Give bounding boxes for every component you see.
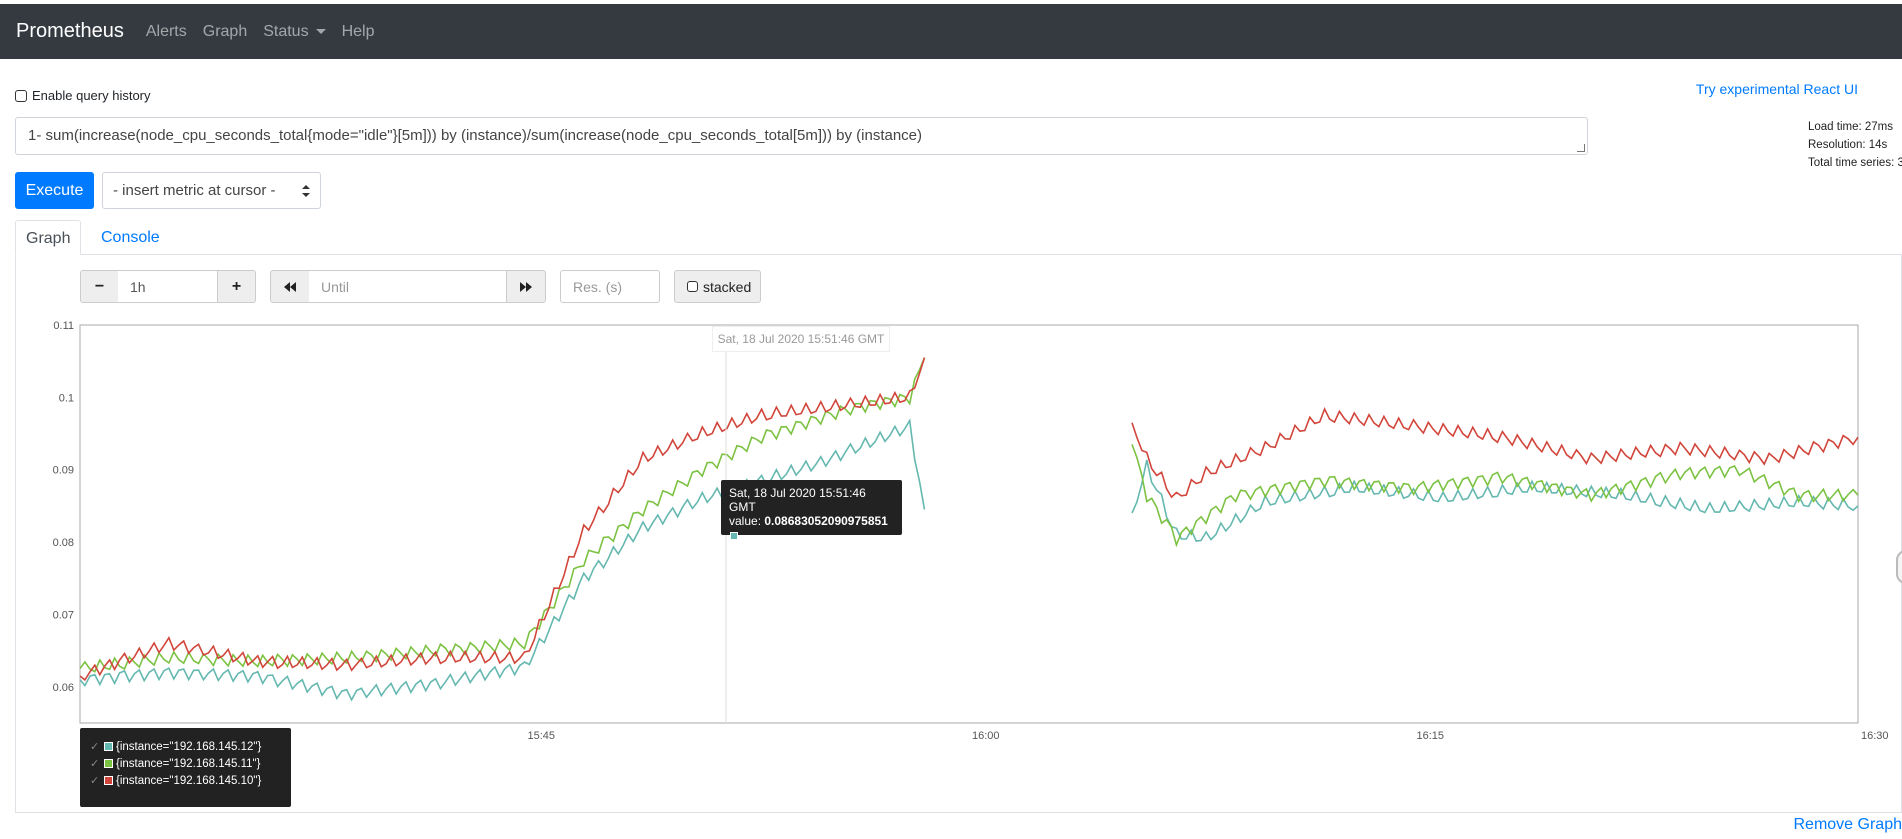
legend-item[interactable]: ✓ {instance="192.168.145.10"} [90,772,281,789]
y-tick-label: 0.06 [53,682,74,694]
legend-item[interactable]: ✓ {instance="192.168.145.11"} [90,755,281,772]
tooltip-value-row: value: 0.08683052090975851 [729,514,894,542]
legend-item[interactable]: ✓ {instance="192.168.145.12"} [90,738,281,755]
y-tick-label: 0.11 [53,320,74,332]
y-tick-label: 0.1 [59,392,74,404]
x-tick-label: 16:15 [1417,730,1445,742]
tooltip-swatch [730,531,738,540]
x-tick-label: 15:45 [528,730,556,742]
legend-label: {instance="192.168.145.11"} [116,757,261,770]
x-tick-label: 16:30 [1861,730,1889,742]
check-icon: ✓ [90,741,100,753]
tooltip-instance-label: instance: [729,542,782,556]
legend-swatch [104,776,113,785]
tooltip-value-label: value: [729,514,762,528]
y-tick-label: 0.07 [53,609,74,621]
tooltip-instance-row: instance: 192.168.145.12 [729,542,894,556]
check-icon: ✓ [90,758,100,770]
tooltip-value: 0.08683052090975851 [764,514,888,528]
line-chart[interactable]: 0.06 0.07 0.08 0.09 0.1 0.11 15:45 16:00 16:15 16… [0,0,1902,839]
legend-swatch [104,742,113,751]
tooltip-time: Sat, 18 Jul 2020 15:51:46 GMT [729,486,866,514]
legend-swatch [104,759,113,768]
remove-graph-link[interactable]: Remove Graph [1794,816,1902,834]
chart-legend: ✓ {instance="192.168.145.12"} ✓ {instance=… [80,728,291,807]
y-tick-label: 0.08 [53,537,74,549]
x-tick-label: 16:00 [972,730,1000,742]
scroll-handle[interactable] [1896,550,1902,584]
y-tick-label: 0.09 [53,465,74,477]
chart-tooltip: Sat, 18 Jul 2020 15:51:46 GMT value: 0.0… [721,480,902,556]
check-icon: ✓ [90,775,100,787]
hover-time-label: Sat, 18 Jul 2020 15:51:46 GMT [712,326,890,352]
legend-label: {instance="192.168.145.10"} [116,774,262,787]
tooltip-instance: 192.168.145.12 [785,542,869,556]
legend-label: {instance="192.168.145.12"} [116,740,262,753]
